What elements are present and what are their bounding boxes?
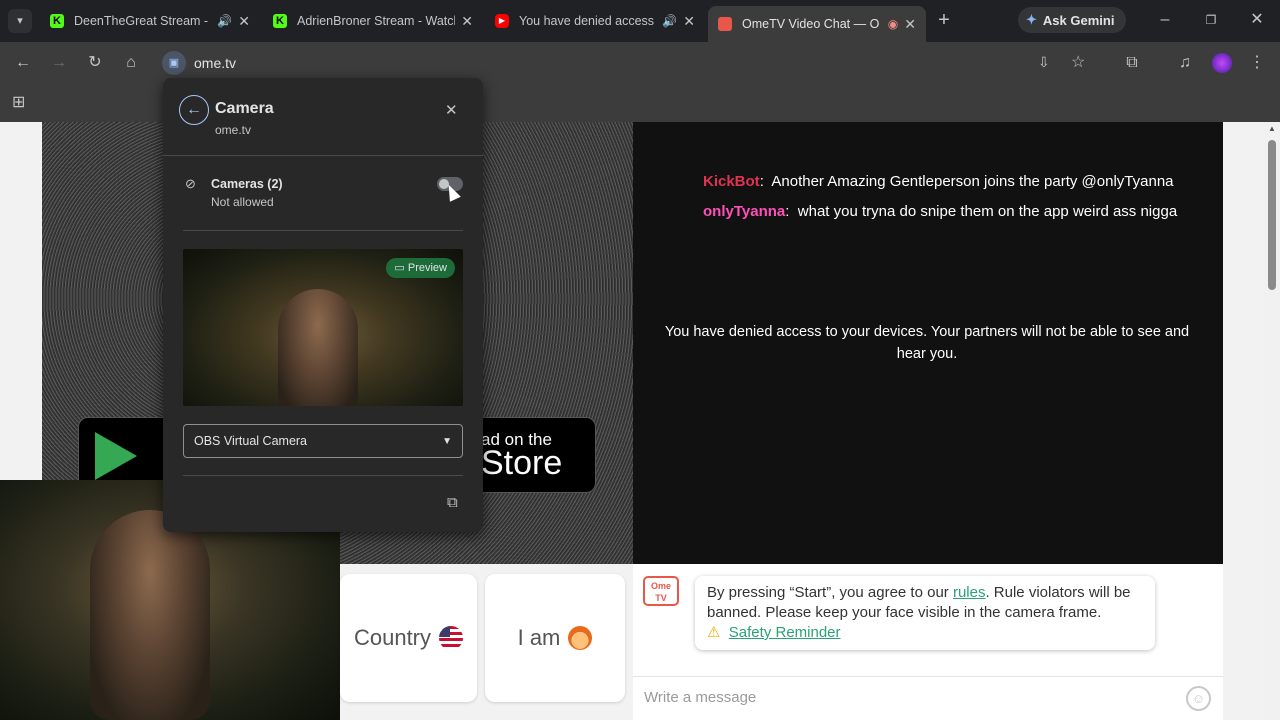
tab-title: DeenTheGreat Stream - W bbox=[74, 14, 212, 28]
safety-reminder-link[interactable]: Safety Reminder bbox=[729, 624, 841, 641]
chat-message: onlyTyanna: what you tryna do snipe them… bbox=[703, 203, 1178, 220]
kick-favicon-icon: K bbox=[273, 14, 287, 28]
open-in-new-icon[interactable]: ⧉ bbox=[447, 494, 458, 511]
camera-off-icon: ⊘ bbox=[185, 176, 196, 191]
tab-deenthegreat[interactable]: K DeenTheGreat Stream - W 🔊 ✕ bbox=[40, 6, 260, 36]
close-window-button[interactable]: ✕ bbox=[1248, 11, 1266, 29]
chat-bottom-panel: Ome TV By pressing “Start”, you agree to … bbox=[633, 564, 1223, 720]
site-info-camera-icon[interactable]: ▣ bbox=[162, 51, 186, 75]
extensions-icon[interactable]: ⧉ bbox=[1121, 52, 1143, 74]
menu-kebab-icon[interactable]: ⋮ bbox=[1246, 52, 1268, 74]
back-button[interactable]: ← bbox=[179, 95, 209, 125]
gemini-sparkle-icon: ✦ bbox=[1026, 12, 1037, 27]
warning-icon: ⚠ bbox=[707, 624, 721, 641]
selected-camera: OBS Virtual Camera bbox=[194, 434, 308, 448]
close-tab-icon[interactable]: ✕ bbox=[683, 13, 695, 30]
url-text: ome.tv bbox=[194, 55, 237, 71]
google-play-icon bbox=[95, 432, 137, 480]
ask-gemini-label: Ask Gemini bbox=[1042, 12, 1115, 28]
emoji-icon[interactable]: ☺ bbox=[1186, 686, 1211, 711]
message-input[interactable]: Write a message ☺ bbox=[633, 676, 1223, 720]
tab-strip: ▾ K DeenTheGreat Stream - W 🔊 ✕ K Adrien… bbox=[0, 0, 1280, 42]
dropdown-arrow-icon: ▼ bbox=[442, 435, 452, 447]
camera-select-dropdown[interactable]: OBS Virtual Camera ▼ bbox=[183, 424, 463, 458]
country-button[interactable]: Country bbox=[340, 574, 477, 702]
scrollbar-thumb[interactable] bbox=[1268, 140, 1276, 290]
chat-panel: KickBot: Another Amazing Gentleperson jo… bbox=[633, 122, 1223, 564]
bookmark-star-icon[interactable]: ☆ bbox=[1071, 52, 1085, 72]
cameras-status: Not allowed bbox=[211, 195, 274, 209]
apps-grid-icon[interactable]: ⊞ bbox=[12, 92, 25, 112]
chat-username[interactable]: KickBot bbox=[703, 173, 760, 190]
tab-title: OmeTV Video Chat — O bbox=[742, 17, 880, 31]
gender-button[interactable]: I am bbox=[485, 574, 625, 702]
chat-username[interactable]: onlyTyanna bbox=[703, 203, 785, 220]
cameras-label: Cameras (2) bbox=[211, 177, 283, 191]
chat-message: KickBot: Another Amazing Gentleperson jo… bbox=[703, 173, 1174, 190]
profile-avatar[interactable] bbox=[1212, 53, 1232, 73]
rules-link[interactable]: rules bbox=[953, 584, 986, 601]
forward-icon[interactable]: → bbox=[48, 52, 70, 74]
minimize-button[interactable]: – bbox=[1156, 11, 1174, 29]
tab-ometv[interactable]: OmeTV Video Chat — O ◉ ✕ bbox=[708, 6, 926, 42]
ometv-logo-icon: Ome TV bbox=[643, 576, 679, 606]
restore-button[interactable]: ❐ bbox=[1202, 11, 1220, 29]
camera-preview: ▭ Preview bbox=[183, 249, 463, 406]
speaker-icon[interactable]: 🔊 bbox=[662, 14, 677, 28]
ask-gemini-button[interactable]: ✦ Ask Gemini bbox=[1018, 7, 1126, 33]
preview-badge: ▭ Preview bbox=[386, 258, 455, 278]
tab-denied-access[interactable]: ▶ You have denied access t 🔊 ✕ bbox=[485, 6, 705, 36]
denied-access-notice: You have denied access to your devices. … bbox=[664, 324, 1190, 362]
reload-icon[interactable]: ↻ bbox=[84, 52, 106, 74]
home-icon[interactable]: ⌂ bbox=[120, 52, 142, 74]
back-icon[interactable]: ← bbox=[12, 52, 34, 74]
new-tab-button[interactable]: + bbox=[934, 9, 954, 31]
popup-close-button[interactable]: ✕ bbox=[445, 101, 458, 119]
popup-site: ome.tv bbox=[215, 123, 252, 137]
chat-text: Another Amazing Gentleperson joins the p… bbox=[771, 173, 1174, 190]
media-control-icon[interactable]: ♫ bbox=[1174, 52, 1196, 74]
video-camera-icon: ▭ bbox=[394, 262, 405, 274]
popup-title: Camera bbox=[215, 100, 274, 117]
close-tab-icon[interactable]: ✕ bbox=[461, 13, 473, 30]
tab-adrienbroner[interactable]: K AdrienBroner Stream - Watch ✕ bbox=[263, 6, 483, 36]
divider bbox=[183, 475, 463, 476]
boy-avatar-icon bbox=[568, 626, 593, 650]
install-app-icon[interactable]: ⇩ bbox=[1038, 54, 1050, 71]
youtube-favicon-icon: ▶ bbox=[495, 14, 509, 28]
divider bbox=[183, 230, 463, 231]
recording-icon: ◉ bbox=[887, 17, 899, 31]
close-tab-icon[interactable]: ✕ bbox=[904, 16, 916, 33]
tab-title: You have denied access t bbox=[519, 14, 657, 28]
country-label: Country bbox=[353, 625, 432, 650]
divider bbox=[163, 155, 483, 156]
scroll-up-arrow-icon[interactable]: ▲ bbox=[1268, 124, 1276, 133]
us-flag-icon bbox=[439, 626, 464, 650]
gender-label: I am bbox=[517, 625, 561, 650]
tab-search-button[interactable]: ▾ bbox=[8, 9, 32, 33]
camera-permission-popup: ← Camera ome.tv ✕ ⊘ Cameras (2) Not allo… bbox=[163, 78, 483, 532]
speaker-icon[interactable]: 🔊 bbox=[217, 14, 232, 28]
preview-person bbox=[278, 289, 358, 406]
rules-notice: By pressing “Start”, you agree to our ru… bbox=[695, 576, 1155, 650]
chat-text: what you tryna do snipe them on the app … bbox=[797, 203, 1178, 220]
address-bar[interactable]: ▣ ome.tv ⇩ ☆ bbox=[160, 46, 1085, 80]
message-placeholder: Write a message bbox=[644, 689, 757, 706]
tab-title: AdrienBroner Stream - Watch bbox=[297, 14, 456, 28]
self-camera-person bbox=[90, 510, 210, 720]
ometv-favicon-icon bbox=[718, 17, 732, 31]
store-badge-big-text: Store bbox=[481, 444, 563, 482]
chevron-down-icon: ▾ bbox=[17, 15, 23, 27]
close-tab-icon[interactable]: ✕ bbox=[238, 13, 250, 30]
kick-favicon-icon: K bbox=[50, 14, 64, 28]
